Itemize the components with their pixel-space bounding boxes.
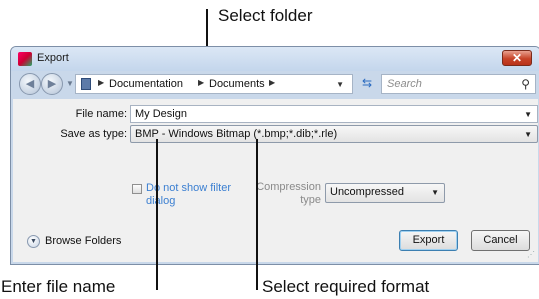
refresh-icon[interactable]: ⇆ [357, 76, 377, 92]
dialog-content: File name: My Design ▼ Save as type: BMP… [13, 99, 538, 262]
breadcrumb-documentation[interactable]: Documentation [109, 78, 183, 90]
filter-dialog-checkbox[interactable] [132, 184, 142, 194]
file-name-value: My Design [135, 108, 187, 120]
breadcrumb-separator-icon[interactable]: ▶ [269, 78, 275, 87]
export-button[interactable]: Export [399, 230, 458, 251]
compression-type-label: Compression type [256, 181, 321, 206]
title-bar: Export ✕ [11, 47, 539, 71]
cancel-button[interactable]: Cancel [471, 230, 530, 251]
folder-icon [81, 78, 91, 90]
file-name-field[interactable]: My Design ▼ [130, 105, 538, 123]
chevron-down-icon[interactable]: ▼ [524, 130, 532, 139]
breadcrumb-separator-icon[interactable]: ▶ [198, 78, 204, 87]
browse-folders-label: Browse Folders [45, 235, 122, 247]
file-name-label: File name: [75, 108, 127, 120]
chevron-down-icon: ▼ [27, 235, 40, 248]
navigation-bar: ◀ ▶ ▼ ▶ Documentation ▶ Documents ▶ ▼ ⇆ … [11, 71, 539, 97]
address-bar[interactable]: ▶ Documentation ▶ Documents ▶ ▼ [75, 74, 353, 94]
breadcrumb-separator-icon[interactable]: ▶ [98, 78, 104, 87]
callout-select-format: Select required format [262, 277, 430, 296]
resize-grip-icon[interactable]: ⋰ [527, 250, 535, 259]
save-as-type-value: BMP - Windows Bitmap (*.bmp;*.dib;*.rle) [135, 128, 338, 140]
breadcrumb-documents[interactable]: Documents [209, 78, 265, 90]
forward-button[interactable]: ▶ [41, 73, 63, 95]
close-button[interactable]: ✕ [502, 50, 532, 66]
save-as-type-select[interactable]: BMP - Windows Bitmap (*.bmp;*.dib;*.rle)… [130, 125, 538, 143]
app-icon [18, 52, 32, 66]
window-title: Export [37, 52, 69, 64]
chevron-down-icon[interactable]: ▼ [431, 188, 439, 197]
search-input[interactable]: Search ⚲ [381, 74, 536, 94]
compression-type-value: Uncompressed [330, 186, 404, 198]
recent-locations-icon[interactable]: ▼ [66, 79, 74, 88]
back-button[interactable]: ◀ [19, 73, 41, 95]
address-dropdown-icon[interactable]: ▼ [336, 80, 344, 89]
callout-enter-file-name: Enter file name [1, 277, 116, 296]
compression-type-select[interactable]: Uncompressed ▼ [325, 183, 445, 203]
save-as-type-label: Save as type: [60, 128, 127, 140]
callout-line-format [256, 139, 258, 290]
search-placeholder: Search [387, 78, 422, 90]
search-icon: ⚲ [521, 77, 530, 91]
callout-line-file-name [156, 139, 158, 290]
callout-select-folder: Select folder [218, 6, 313, 25]
chevron-down-icon[interactable]: ▼ [524, 110, 532, 119]
do-not-show-filter-dialog-label[interactable]: Do not show filter dialog [146, 182, 231, 208]
export-dialog: Export ✕ ◀ ▶ ▼ ▶ Documentation ▶ Documen… [10, 46, 539, 265]
